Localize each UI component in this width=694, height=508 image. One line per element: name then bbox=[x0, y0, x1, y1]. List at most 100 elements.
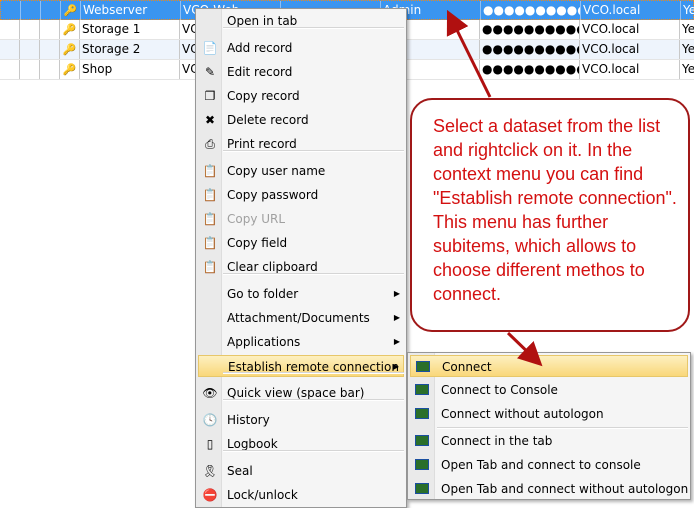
menu-item-seal[interactable]: 🎗 Seal bbox=[198, 460, 404, 482]
menu-item-attachment-documents[interactable]: Attachment/Documents ▶ bbox=[198, 307, 404, 329]
submenu-item-label: Connect in the tab bbox=[441, 434, 553, 448]
menu-item-label: History bbox=[227, 413, 270, 427]
clipboard-icon: 📋 bbox=[202, 236, 218, 250]
cell bbox=[20, 20, 40, 39]
submenu-arrow-icon: ▶ bbox=[393, 313, 400, 322]
cell bbox=[20, 60, 40, 79]
cell-password: ●●●●●●●●●● bbox=[481, 1, 581, 20]
remote-monitor-icon bbox=[415, 459, 429, 470]
lock-icon: ⛔ bbox=[202, 488, 218, 502]
menu-item-delete-record[interactable]: ✖ Delete record bbox=[198, 109, 404, 131]
cell-name: Shop bbox=[80, 60, 180, 79]
submenu-item-label: Connect to Console bbox=[441, 383, 558, 397]
cell bbox=[40, 60, 60, 79]
key-folder-icon: 🔑 bbox=[60, 20, 80, 39]
delete-record-icon: ✖ bbox=[204, 113, 216, 127]
menu-separator bbox=[223, 372, 404, 374]
cell-name: Storage 2 bbox=[80, 40, 180, 59]
menu-item-label: Copy user name bbox=[227, 164, 326, 178]
remote-monitor-icon bbox=[415, 435, 429, 446]
submenu-item-open-tab-and-connect-without-autologon[interactable]: Open Tab and connect without autologon bbox=[410, 478, 688, 500]
cell-name: Webserver bbox=[81, 1, 181, 20]
printer-icon: ⎙ bbox=[205, 137, 215, 151]
clipboard-icon: 📋 bbox=[202, 164, 218, 178]
remote-monitor-icon bbox=[415, 483, 429, 494]
seal-icon: 🎗 bbox=[202, 464, 218, 478]
eye-icon: 👁 bbox=[202, 386, 218, 400]
submenu-item-connect[interactable]: Connect bbox=[410, 355, 688, 377]
cell bbox=[0, 20, 20, 39]
key-folder-icon: 🔑 bbox=[61, 1, 81, 20]
submenu-item-connect-to-console[interactable]: Connect to Console bbox=[410, 379, 688, 401]
submenu-item-open-tab-and-connect-to-console[interactable]: Open Tab and connect to console bbox=[410, 454, 688, 476]
cell-domain: VCO.local bbox=[580, 20, 680, 39]
remote-monitor-icon bbox=[416, 361, 430, 372]
menu-item-label: Copy field bbox=[227, 236, 288, 250]
cell bbox=[20, 40, 40, 59]
menu-item-label: Print record bbox=[227, 137, 297, 151]
cell bbox=[0, 60, 20, 79]
cell-password: ●●●●●●●●●● bbox=[480, 60, 580, 79]
key-folder-icon: 🔑 bbox=[60, 40, 80, 59]
cell-flag: Ye bbox=[680, 40, 694, 59]
menu-item-label: Copy record bbox=[227, 89, 300, 103]
menu-item-label: Clear clipboard bbox=[227, 260, 318, 274]
menu-item-add-record[interactable]: 📄 Add record bbox=[198, 37, 404, 59]
submenu-item-connect-in-the-tab[interactable]: Connect in the tab bbox=[410, 430, 688, 452]
copy-record-icon: ❐ bbox=[204, 89, 216, 103]
submenu-separator bbox=[437, 427, 688, 429]
menu-item-copy-url[interactable]: 📋 Copy URL bbox=[198, 208, 404, 230]
logbook-icon: ▯ bbox=[206, 437, 214, 451]
clipboard-icon: 📋 bbox=[202, 212, 218, 226]
menu-item-copy-user-name[interactable]: 📋 Copy user name bbox=[198, 160, 404, 182]
menu-item-copy-record[interactable]: ❐ Copy record bbox=[198, 85, 404, 107]
menu-item-lock-unlock[interactable]: ⛔ Lock/unlock bbox=[198, 484, 404, 506]
menu-item-label: Applications bbox=[227, 335, 301, 349]
submenu-item-connect-without-autologon[interactable]: Connect without autologon bbox=[410, 403, 688, 425]
cell-password: ●●●●●●●●●● bbox=[480, 40, 580, 59]
cell-flag: Ye bbox=[680, 60, 694, 79]
cell-name: Storage 1 bbox=[80, 20, 180, 39]
menu-separator bbox=[223, 150, 404, 152]
cell-flag: Ye bbox=[680, 20, 694, 39]
menu-item-label: Logbook bbox=[227, 437, 278, 451]
callout-text: Select a dataset from the list and right… bbox=[433, 116, 677, 304]
menu-separator bbox=[223, 273, 404, 275]
menu-separator bbox=[223, 399, 404, 401]
clipboard-icon: 📋 bbox=[202, 188, 218, 202]
submenu-arrow-icon: ▶ bbox=[393, 289, 400, 298]
edit-record-icon: ✎ bbox=[204, 65, 216, 79]
context-menu: Open in tab 📄 Add record ✎ Edit record ❐ Copy … bbox=[195, 8, 407, 508]
cell bbox=[40, 40, 60, 59]
menu-item-label: Attachment/Documents bbox=[227, 311, 370, 325]
cell bbox=[21, 1, 41, 20]
menu-item-copy-field[interactable]: 📋 Copy field bbox=[198, 232, 404, 254]
submenu-item-label: Connect without autologon bbox=[441, 407, 604, 421]
submenu-arrow-icon: ▶ bbox=[393, 337, 400, 346]
cell bbox=[1, 1, 21, 20]
add-record-icon: 📄 bbox=[202, 41, 218, 55]
clear-clipboard-icon: 📋 bbox=[202, 260, 218, 274]
menu-item-label: Open in tab bbox=[227, 14, 298, 28]
menu-item-label: Go to folder bbox=[227, 287, 299, 301]
menu-item-label: Copy password bbox=[227, 188, 319, 202]
submenu-item-label: Open Tab and connect without autologon bbox=[441, 482, 689, 496]
menu-item-applications[interactable]: Applications ▶ bbox=[198, 331, 404, 353]
cell bbox=[40, 20, 60, 39]
cell-flag: Ye bbox=[681, 1, 694, 20]
cell bbox=[41, 1, 61, 20]
cell-domain: VCO.local bbox=[580, 40, 680, 59]
remote-monitor-icon bbox=[415, 408, 429, 419]
menu-item-go-to-folder[interactable]: Go to folder ▶ bbox=[198, 283, 404, 305]
menu-item-history[interactable]: 🕓 History bbox=[198, 409, 404, 431]
menu-item-edit-record[interactable]: ✎ Edit record bbox=[198, 61, 404, 83]
cell-domain: VCO.local bbox=[580, 60, 680, 79]
history-icon: 🕓 bbox=[202, 413, 218, 427]
menu-item-copy-password[interactable]: 📋 Copy password bbox=[198, 184, 404, 206]
submenu-item-label: Open Tab and connect to console bbox=[441, 458, 641, 472]
submenu-item-label: Connect bbox=[442, 360, 492, 374]
submenu-arrow-icon: ▶ bbox=[392, 362, 399, 371]
menu-separator bbox=[223, 27, 404, 29]
menu-item-label: Copy URL bbox=[227, 212, 286, 226]
menu-item-label: Seal bbox=[227, 464, 253, 478]
